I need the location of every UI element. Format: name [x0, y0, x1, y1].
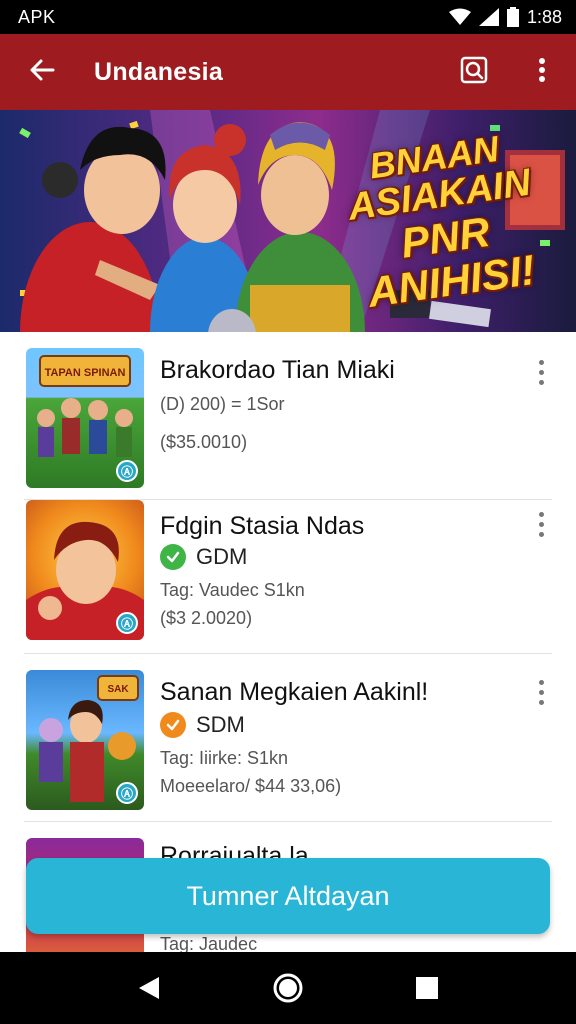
- game-thumbnail: Ⓐ: [26, 500, 144, 640]
- promo-banner[interactable]: BNAAN ASIAKAIN PNR ANIHISI!: [0, 110, 576, 332]
- page-title: Undanesia: [94, 57, 224, 86]
- search-button[interactable]: [440, 34, 508, 110]
- more-vert-icon: [538, 511, 544, 517]
- app-bar: Undanesia: [0, 34, 576, 110]
- check-circle-icon: [160, 712, 186, 738]
- app-store-badge-icon: Ⓐ: [116, 460, 138, 482]
- status-left-text: APK: [18, 6, 56, 27]
- back-button[interactable]: [0, 34, 84, 110]
- status-time: 1:88: [526, 6, 562, 27]
- system-nav-bar: [0, 952, 576, 1024]
- signal-icon: [478, 8, 499, 26]
- back-arrow-icon: [29, 57, 55, 88]
- nav-recents-button[interactable]: [397, 958, 457, 1018]
- item-title: Sanan Megkaien Aakinl!: [160, 678, 429, 706]
- item-tag: SDM: [160, 712, 245, 738]
- status-icons: 1:88: [448, 6, 562, 28]
- list-item[interactable]: Ⓐ Fdgin Stasia Ndas GDM Tag: Vaudec S1kn…: [0, 486, 576, 654]
- overflow-menu-button[interactable]: [508, 34, 576, 110]
- item-tag-label: GDM: [196, 544, 248, 569]
- item-more-button[interactable]: [526, 672, 556, 712]
- item-price: ($35.0010): [160, 432, 248, 452]
- game-thumbnail: TAPAN SPINAN Ⓐ: [26, 348, 144, 488]
- nav-back-icon: [139, 977, 160, 999]
- item-meta: Tag: Jaudec: [160, 934, 258, 952]
- app-store-badge-icon: Ⓐ: [116, 612, 138, 634]
- item-meta: (D) 200) = 1Sor: [160, 394, 285, 414]
- list-item[interactable]: SAK Ⓐ Sanan Megkaien Aakinl! SDM Tag: Ii…: [0, 654, 576, 822]
- app-store-badge-icon: Ⓐ: [116, 782, 138, 804]
- item-more-button[interactable]: [526, 352, 556, 392]
- item-title: Fdgin Stasia Ndas: [160, 512, 365, 540]
- item-price: ($3 2.0020): [160, 608, 253, 628]
- game-thumbnail: SAK Ⓐ: [26, 670, 144, 810]
- more-vert-icon: [538, 57, 546, 88]
- app-screen: APK 1:88 Undanesia BNAAN ASIAKAIN PNR AN…: [0, 0, 576, 1024]
- item-tag: GDM: [160, 544, 247, 570]
- wifi-icon: [448, 8, 471, 26]
- item-more-button[interactable]: [526, 504, 556, 544]
- battery-icon: [506, 7, 519, 27]
- list-item[interactable]: TAPAN SPINAN Ⓐ Brakordao Tian Miaki (D) …: [0, 332, 576, 500]
- thumbnail-logo-text: SAK: [107, 684, 129, 695]
- nav-back-button[interactable]: [119, 958, 179, 1018]
- item-title: Brakordao Tian Miaki: [160, 356, 395, 384]
- banner-headline: BNAAN ASIAKAIN PNR ANIHISI!: [318, 123, 569, 319]
- check-circle-icon: [160, 544, 186, 570]
- thumbnail-logo-text: TAPAN SPINAN: [45, 367, 126, 379]
- nav-home-icon: [273, 973, 303, 1003]
- more-vert-icon: [538, 359, 544, 365]
- primary-action-button[interactable]: Tumner Altdayan: [26, 858, 550, 934]
- more-vert-icon: [538, 679, 544, 685]
- item-tag-label: SDM: [196, 712, 245, 737]
- item-price: Moeeelaro/ $44 33,06): [160, 776, 342, 796]
- search-icon: [460, 56, 488, 89]
- status-bar: APK 1:88: [0, 0, 576, 34]
- nav-recents-icon: [415, 977, 438, 999]
- item-meta: Tag: Iiirke: S1kn: [160, 748, 289, 768]
- nav-home-button[interactable]: [258, 958, 318, 1018]
- item-meta: Tag: Vaudec S1kn: [160, 580, 305, 600]
